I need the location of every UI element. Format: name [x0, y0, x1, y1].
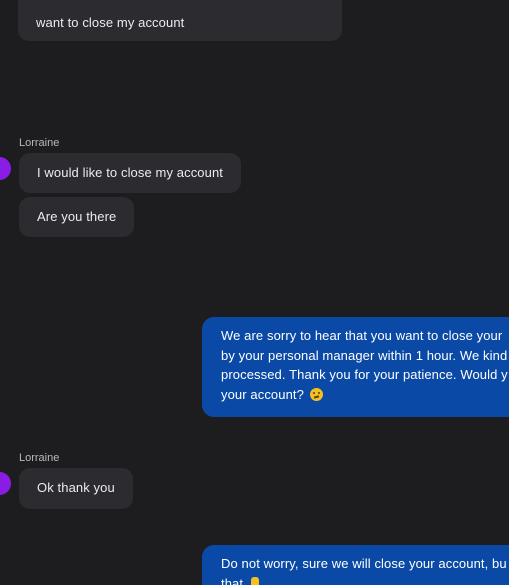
avatar[interactable]	[0, 472, 11, 495]
message-text: Do not worry, sure we will close your ac…	[221, 556, 507, 571]
message-text: want to close my account	[36, 14, 185, 30]
message-text: I would like to close my account	[37, 165, 224, 180]
avatar[interactable]	[0, 157, 11, 180]
agent-message-bubble: We are sorry to hear that you want to cl…	[202, 317, 509, 417]
message-text: your account?	[221, 386, 304, 402]
message-text: by your personal manager within 1 hour. …	[221, 347, 508, 363]
message-text: Ok thank you	[37, 480, 115, 495]
confused-face-emoji-icon	[309, 387, 323, 401]
sender-name: Lorraine	[19, 137, 60, 149]
message-bubble: Ok thank you	[19, 468, 133, 509]
message-bubble: I would like to close my account	[19, 153, 242, 193]
message-line: your account?	[221, 385, 509, 405]
message-bubble: Are you there	[19, 197, 135, 237]
chat-window: ... want to close my account Lorraine I …	[0, 0, 509, 585]
agent-message-bubble: Do not worry, sure we will close your ac…	[202, 545, 509, 585]
folded-hands-emoji-icon	[250, 576, 259, 585]
sender-name: Lorraine	[19, 452, 60, 464]
message-text: that	[221, 575, 244, 585]
message-bubble-top: ... want to close my account	[18, 0, 342, 41]
message-line: that	[221, 574, 509, 585]
message-text: processed. Thank you for your patience. …	[221, 367, 508, 382]
message-text: Are you there	[37, 209, 117, 224]
message-text: We are sorry to hear that you want to cl…	[221, 328, 503, 343]
